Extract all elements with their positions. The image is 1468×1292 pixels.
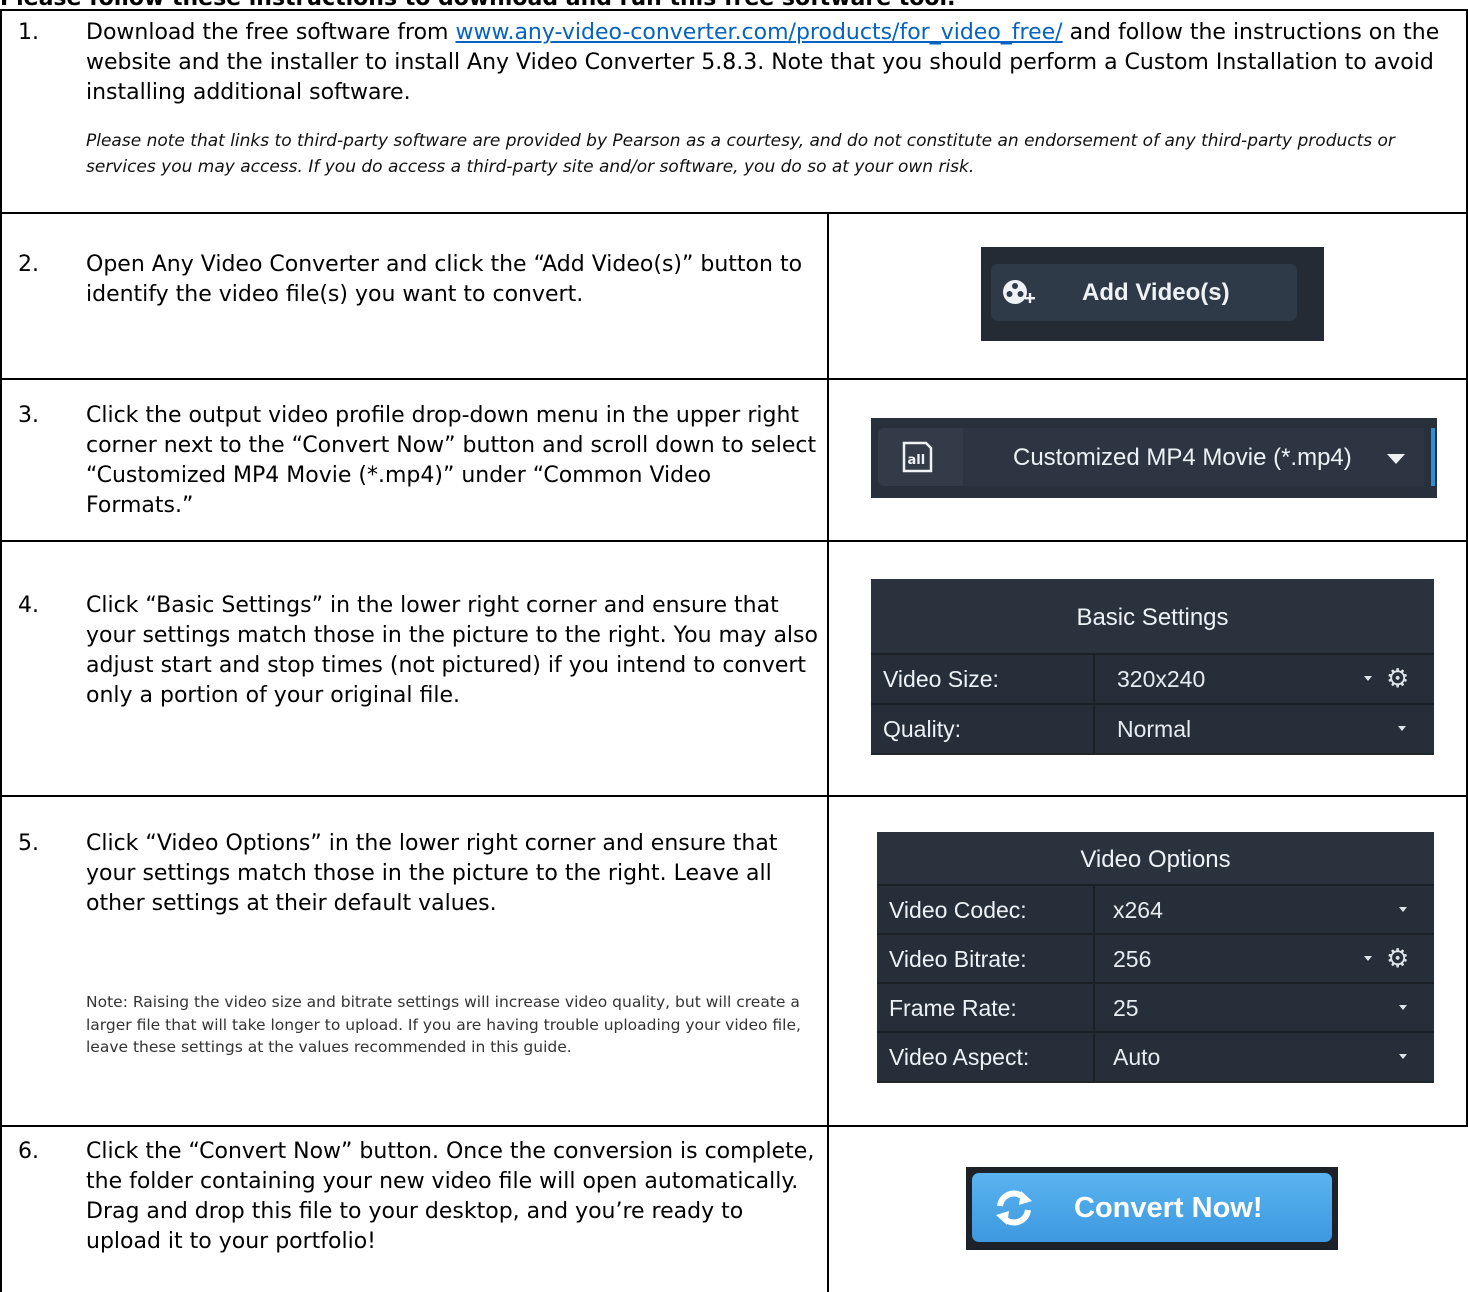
row-value: 256 [1113,946,1152,972]
settings-row[interactable]: Frame Rate: 25 [877,982,1434,1032]
chevron-down-icon [1399,1054,1407,1059]
profile-label: Customized MP4 Movie (*.mp4) [1013,444,1352,471]
row-key: Video Bitrate: [889,946,1027,972]
chevron-down-icon [1364,956,1372,961]
row-value: x264 [1113,897,1163,923]
step-number: 4. [18,593,39,618]
panel-title: Video Options [1080,846,1231,873]
row-key: Quality: [883,716,961,742]
row-value: Normal [1117,716,1192,742]
profile-dropdown-screenshot: all Customized MP4 Movie (*.mp4) [871,418,1437,498]
step-text: Click the “Convert Now” button. Once the… [86,1139,815,1254]
chevron-down-icon [1399,907,1407,912]
step-5: 5. Click “Video Options” in the lower rig… [18,829,822,919]
add-video-label: Add Video(s) [1082,279,1230,306]
step-1: 1. Download the free software from www.an… [18,18,1462,108]
table-border-top [0,9,1468,11]
download-link[interactable]: www.any-video-converter.com/products/for… [455,20,1062,45]
chevron-down-icon [1398,726,1406,731]
table-border-left [0,9,2,1292]
row-separator [1093,984,1095,1032]
basic-settings-panel: Basic Settings Video Size: 320x240 ⚙ Qua… [871,579,1434,755]
step-3: 3. Click the output video profile drop-do… [18,401,822,521]
row-divider-2 [0,378,1468,380]
row-key: Video Size: [883,666,999,692]
settings-row[interactable]: Video Bitrate: 256 ⚙ [877,933,1434,983]
all-formats-icon: all [902,441,933,473]
video-options-panel: Video Options Video Codec: x264 Video Bi… [877,832,1434,1083]
row-value: Auto [1113,1044,1161,1070]
row-value: 25 [1113,995,1139,1021]
row-separator [1093,935,1095,983]
film-reel-plus-icon [1003,280,1035,304]
step-text: Download the free software from [86,20,456,45]
step-number: 6. [18,1139,39,1164]
settings-row[interactable]: Video Aspect: Auto [877,1031,1434,1081]
chevron-down-icon [1399,1005,1407,1010]
settings-row[interactable]: Video Codec: x264 [877,884,1434,934]
step-number: 1. [18,20,39,45]
row-divider-4 [0,795,1468,797]
row-key: Video Codec: [889,897,1027,923]
row-separator [1093,886,1095,934]
settings-row[interactable]: Quality: Normal [871,703,1434,753]
step-text: Open Any Video Converter and click the “… [86,252,803,307]
step-2: 2. Open Any Video Converter and click the… [18,250,822,310]
row-key: Frame Rate: [889,995,1017,1021]
convert-now-label: Convert Now! [1074,1192,1263,1224]
gear-icon[interactable]: ⚙ [1386,666,1409,692]
chevron-down-icon [1387,454,1405,464]
chevron-down-icon [1364,676,1372,681]
gear-icon[interactable]: ⚙ [1386,946,1409,972]
row-divider-1 [0,212,1468,214]
profile-dropdown[interactable]: Customized MP4 Movie (*.mp4) [963,428,1424,486]
profile-icon-box: all [878,428,963,486]
step-6: 6. Click the “Convert Now” button. Once t… [18,1137,822,1257]
column-divider-last-row [827,1126,829,1292]
step-text: Click the output video profile drop-down… [86,403,817,518]
step-number: 2. [18,252,39,277]
panel-title: Basic Settings [1076,604,1229,631]
row-separator [1093,705,1095,753]
column-divider [827,212,829,1126]
convert-now-button[interactable]: Convert Now! [972,1173,1332,1242]
step-text: Click “Video Options” in the lower right… [86,831,778,916]
row-separator [1093,1033,1095,1081]
add-video-screenshot: Add Video(s) [981,247,1324,341]
third-party-disclaimer: Please note that links to third-party so… [86,131,1395,177]
svg-text:all: all [908,453,926,468]
settings-row[interactable]: Video Size: 320x240 ⚙ [871,653,1434,703]
step-4: 4. Click “Basic Settings” in the lower ri… [18,591,822,711]
step-number: 5. [18,831,39,856]
convert-now-screenshot: Convert Now! [966,1167,1338,1250]
row-separator [1093,655,1095,703]
step-text: Click “Basic Settings” in the lower righ… [86,593,818,708]
row-key: Video Aspect: [889,1044,1030,1070]
step-number: 3. [18,403,39,428]
add-video-button[interactable]: Add Video(s) [991,264,1297,321]
row-divider-5 [0,1125,1468,1127]
dropdown-edge [1431,428,1435,486]
row-value: 320x240 [1117,666,1206,692]
refresh-arrows-icon [996,1190,1032,1226]
bitrate-note: Note: Raising the video size and bitrate… [86,993,801,1056]
row-divider-3 [0,540,1468,542]
